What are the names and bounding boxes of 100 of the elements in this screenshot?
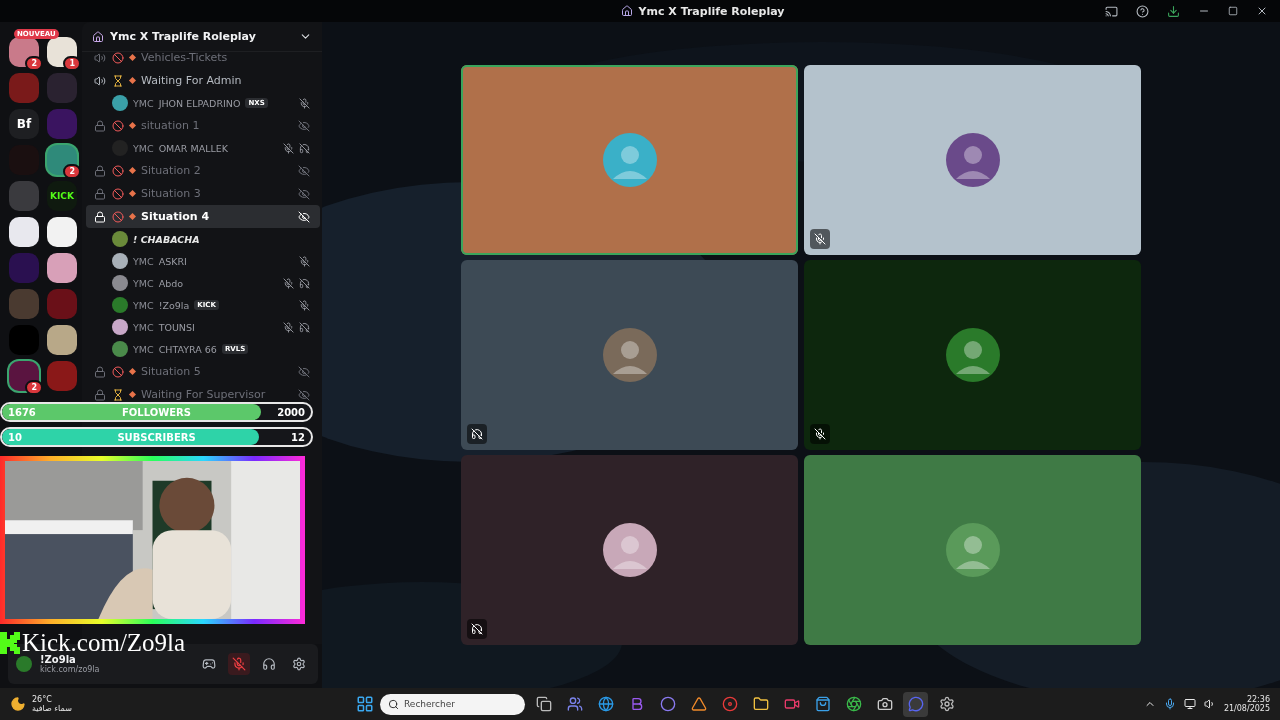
user-tag: YMC <box>133 343 154 355</box>
server-icon[interactable] <box>47 325 77 355</box>
goal-target: 12 <box>290 431 306 443</box>
voice-user[interactable]: YMC ASKRI <box>86 250 320 272</box>
mute-button[interactable] <box>228 653 250 675</box>
goal-current: 10 <box>7 431 23 443</box>
mic-icon[interactable] <box>1163 698 1176 710</box>
goal-target: 2000 <box>276 406 306 418</box>
chat-icon[interactable] <box>903 691 928 717</box>
user-name: JHON ELPADRINO <box>158 97 241 109</box>
start-icon[interactable] <box>356 695 374 713</box>
video-tile[interactable] <box>804 65 1141 255</box>
channel-item[interactable]: Vehicles-Tickets <box>86 46 320 69</box>
channel-item[interactable]: Situation 3 <box>86 182 320 205</box>
user-avatar <box>602 523 657 577</box>
user-tag: YMC <box>133 142 154 154</box>
unread-badge: 2 <box>63 164 81 179</box>
eye-off-icon <box>298 388 310 401</box>
download-icon[interactable] <box>1167 4 1180 18</box>
mic-off-icon <box>232 657 246 671</box>
video-tile[interactable] <box>461 65 798 255</box>
user-name: OMAR MALLEK <box>158 142 228 154</box>
eye-off-icon <box>298 164 310 177</box>
unread-badge: 2 <box>25 380 43 395</box>
voice-user[interactable]: ! CHABACHA <box>86 228 320 250</box>
search-field[interactable]: Rechercher <box>380 693 525 715</box>
gamepad-icon <box>202 657 216 671</box>
moon-icon <box>10 696 26 712</box>
server-icon[interactable] <box>47 217 77 247</box>
eye-off-icon <box>298 210 310 223</box>
voice-user[interactable]: YMC OMAR MALLEK <box>86 137 320 159</box>
unread-badge: 2 <box>25 56 43 71</box>
window-title: Ymc X Traplife Roleplay <box>638 4 785 18</box>
eye-off-icon <box>298 119 310 132</box>
user-name: Abdo <box>158 277 183 289</box>
channel-item[interactable]: Situation 2 <box>86 159 320 182</box>
user-avatar <box>945 133 1000 187</box>
channel-item[interactable]: Situation 4 <box>86 205 320 228</box>
maximize-icon[interactable] <box>1228 6 1238 16</box>
goal-current: 1676 <box>7 406 37 418</box>
user-name: CHTAYRA 66 <box>158 343 217 355</box>
channel-name: Situation 2 <box>141 164 202 177</box>
video-tile[interactable] <box>461 260 798 450</box>
user-name: ASKRI <box>158 255 187 267</box>
user-name: !Zo9la <box>40 654 77 665</box>
channel-item[interactable]: situation 1 <box>86 114 320 137</box>
channel-name: Situation 5 <box>141 365 202 378</box>
voice-user[interactable]: YMC TOUNSI <box>86 316 320 338</box>
user-tag: YMC <box>133 321 154 333</box>
goal-label: SUBSCRIBERS <box>116 431 197 443</box>
server-icon <box>620 5 633 17</box>
channel-name: situation 1 <box>141 119 201 132</box>
user-avatar <box>16 656 32 672</box>
channel-name: Vehicles-Tickets <box>141 51 229 64</box>
unread-badge: 1 <box>63 56 81 71</box>
user-name: !Zo9la <box>158 299 190 311</box>
channel-name: Waiting For Supervisor <box>141 388 267 401</box>
user-avatar <box>602 133 657 187</box>
help-icon[interactable] <box>1136 4 1149 18</box>
server-icon <box>92 30 104 43</box>
headphones-icon <box>262 657 276 671</box>
settings-icon <box>292 657 306 671</box>
user-tag: YMC <box>133 277 154 289</box>
clock-time: 22:36 <box>1246 695 1270 704</box>
video-tile[interactable] <box>461 455 798 645</box>
eye-off-icon <box>298 187 310 200</box>
user-tag: YMC <box>133 97 154 109</box>
server-name: Ymc X Traplife Roleplay <box>110 30 257 43</box>
network-icon[interactable] <box>1183 698 1196 710</box>
server-icon[interactable]: Bf <box>9 109 39 139</box>
server-icon[interactable] <box>9 217 39 247</box>
channel-name: Situation 4 <box>141 210 211 223</box>
user-name: ! CHABACHA <box>133 233 200 245</box>
channel-name: Waiting For Admin <box>141 74 243 87</box>
user-tag: YMC <box>133 299 154 311</box>
video-tile[interactable] <box>804 260 1141 450</box>
eye-off-icon <box>298 365 310 378</box>
cast-icon[interactable] <box>1105 4 1118 18</box>
user-avatar <box>945 523 1000 577</box>
voice-user[interactable]: YMC Abdo <box>86 272 320 294</box>
clock-date: 21/08/2025 <box>1223 704 1270 713</box>
weather-text: سماء صافية <box>32 704 72 713</box>
server-icon[interactable]: KICK <box>47 181 77 211</box>
goal-label: FOLLOWERS <box>121 406 192 418</box>
channel-item[interactable]: Waiting For Supervisor <box>86 383 320 406</box>
server-icon[interactable] <box>47 253 77 283</box>
video-tile[interactable] <box>804 455 1141 645</box>
volume-icon[interactable] <box>1203 698 1216 710</box>
server-label: Bf <box>16 117 32 131</box>
temperature: 26°C <box>32 695 53 704</box>
user-avatar <box>945 328 1000 382</box>
user-tag: YMC <box>133 255 154 267</box>
user-status: kick.com/zo9la <box>40 665 101 674</box>
channel-name: Situation 3 <box>141 187 202 200</box>
channel-item[interactable]: Waiting For Admin <box>86 69 320 92</box>
user-avatar <box>602 328 657 382</box>
channel-item[interactable]: Situation 5 <box>86 360 320 383</box>
close-icon[interactable] <box>1256 5 1268 17</box>
kick-logo-icon <box>0 632 20 654</box>
server-label: KICK <box>50 191 74 201</box>
